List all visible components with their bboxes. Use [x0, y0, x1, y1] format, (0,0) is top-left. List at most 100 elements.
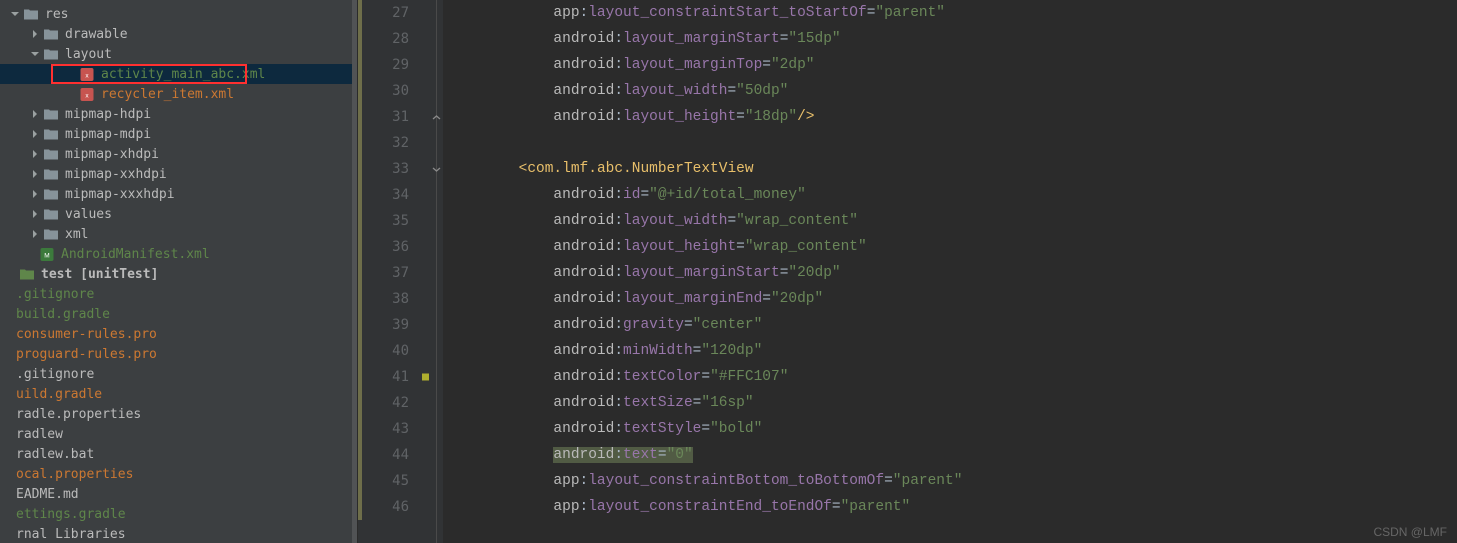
tree-item-radlew-bat[interactable]: radlew.bat [0, 444, 357, 464]
token-str: "0" [667, 447, 693, 463]
token-eq: = [727, 213, 736, 229]
code-line[interactable]: android:layout_height="wrap_content" [444, 234, 1457, 260]
tree-item-drawable[interactable]: drawable [0, 24, 357, 44]
chevron-right-icon[interactable] [28, 167, 42, 181]
token-str: "@+id/total_money" [649, 187, 806, 203]
tree-item-ettings-gradle[interactable]: ettings.gradle [0, 504, 357, 524]
tree-item-mipmap-xxhdpi[interactable]: mipmap-xxhdpi [0, 164, 357, 184]
code-line[interactable]: android:minWidth="120dp" [444, 338, 1457, 364]
tree-item-values[interactable]: values [0, 204, 357, 224]
gutter-change-marker [358, 494, 362, 520]
tree-item-radle-properties[interactable]: radle.properties [0, 404, 357, 424]
gutter-line-number[interactable]: 28 [358, 26, 443, 52]
chevron-right-icon[interactable] [28, 127, 42, 141]
tree-item-mipmap-hdpi[interactable]: mipmap-hdpi [0, 104, 357, 124]
chevron-right-icon[interactable] [28, 27, 42, 41]
tree-item-recycler_item-xml[interactable]: xrecycler_item.xml [0, 84, 357, 104]
gutter-line-number[interactable]: 40 [358, 338, 443, 364]
tree-item-mipmap-mdpi[interactable]: mipmap-mdpi [0, 124, 357, 144]
gutter-line-number[interactable]: 34 [358, 182, 443, 208]
token-attr: minWidth [623, 343, 693, 359]
editor-gutter[interactable]: 27 28 29 30 31323334353637383940414243444546 [358, 0, 444, 543]
chevron-right-icon[interactable] [28, 147, 42, 161]
gutter-line-number[interactable]: 36 [358, 234, 443, 260]
tree-item-xml[interactable]: xml [0, 224, 357, 244]
code-line[interactable]: app:layout_constraintStart_toStartOf="pa… [444, 0, 1457, 26]
fold-end-icon[interactable] [431, 112, 441, 122]
gutter-line-number[interactable]: 37 [358, 260, 443, 286]
tree-item-layout[interactable]: layout [0, 44, 357, 64]
code-line[interactable]: android:textStyle="bold" [444, 416, 1457, 442]
code-line[interactable]: android:id="@+id/total_money" [444, 182, 1457, 208]
code-line[interactable]: android:layout_marginStart="20dp" [444, 260, 1457, 286]
tree-item-test--unittest-[interactable]: test [unitTest] [0, 264, 357, 284]
gutter-line-number[interactable]: 44 [358, 442, 443, 468]
gutter-line-number[interactable]: 43 [358, 416, 443, 442]
tree-item-build-gradle[interactable]: build.gradle [0, 304, 357, 324]
token-ns: android [553, 421, 614, 437]
line-number: 30 [392, 83, 409, 99]
tree-item-consumer-rules-pro[interactable]: consumer-rules.pro [0, 324, 357, 344]
chevron-down-icon[interactable] [28, 47, 42, 61]
gutter-line-number[interactable]: 33 [358, 156, 443, 182]
chevron-right-icon[interactable] [28, 107, 42, 121]
chevron-right-icon[interactable] [28, 207, 42, 221]
tree-item-activity_main_abc-xml[interactable]: xactivity_main_abc.xml [0, 64, 357, 84]
tree-item-eadme-md[interactable]: EADME.md [0, 484, 357, 504]
chevron-right-icon[interactable] [28, 227, 42, 241]
tree-item-ocal-properties[interactable]: ocal.properties [0, 464, 357, 484]
code-line[interactable]: android:textSize="16sp" [444, 390, 1457, 416]
code-line[interactable]: android:layout_width="50dp" [444, 78, 1457, 104]
gutter-line-number[interactable]: 39 [358, 312, 443, 338]
tree-item--gitignore[interactable]: .gitignore [0, 364, 357, 384]
code-line[interactable]: android:gravity="center" [444, 312, 1457, 338]
tree-item--gitignore[interactable]: .gitignore [0, 284, 357, 304]
tree-item-radlew[interactable]: radlew [0, 424, 357, 444]
fold-start-icon[interactable] [431, 164, 441, 174]
gutter-line-number[interactable]: 27 [358, 0, 443, 26]
gutter-line-number[interactable]: 30 [358, 78, 443, 104]
code-line[interactable]: android:layout_height="18dp"/> [444, 104, 1457, 130]
project-tree[interactable]: resdrawablelayoutxactivity_main_abc.xmlx… [0, 0, 357, 543]
code-line[interactable]: android:text="0" [444, 442, 1457, 468]
tree-item-mipmap-xxxhdpi[interactable]: mipmap-xxxhdpi [0, 184, 357, 204]
tree-item-mipmap-xhdpi[interactable]: mipmap-xhdpi [0, 144, 357, 164]
gutter-line-number[interactable]: 29 [358, 52, 443, 78]
token-str: "120dp" [701, 343, 762, 359]
line-number: 29 [392, 57, 409, 73]
tree-item-rnal-libraries[interactable]: rnal Libraries [0, 524, 357, 543]
gutter-line-number[interactable]: 45 [358, 468, 443, 494]
editor-scrollbar[interactable] [1445, 0, 1457, 543]
tree-item-proguard-rules-pro[interactable]: proguard-rules.pro [0, 344, 357, 364]
chevron-right-icon[interactable] [28, 187, 42, 201]
token-attr: layout_width [623, 83, 727, 99]
code-line[interactable]: android:textColor="#FFC107" [444, 364, 1457, 390]
code-line[interactable]: android:layout_marginEnd="20dp" [444, 286, 1457, 312]
token-eq: : [614, 83, 623, 99]
project-tree-sidebar[interactable]: resdrawablelayoutxactivity_main_abc.xmlx… [0, 0, 358, 543]
tree-item-androidmanifest-xml[interactable]: MAndroidManifest.xml [0, 244, 357, 264]
tree-item-uild-gradle[interactable]: uild.gradle [0, 384, 357, 404]
code-line[interactable]: android:layout_marginStart="15dp" [444, 26, 1457, 52]
tree-item-label: ocal.properties [16, 467, 133, 482]
gutter-line-number[interactable]: 35 [358, 208, 443, 234]
gutter-line-number[interactable]: 38 [358, 286, 443, 312]
code-line[interactable]: android:layout_marginTop="2dp" [444, 52, 1457, 78]
code-line[interactable]: <com.lmf.abc.NumberTextView [444, 156, 1457, 182]
tree-item-label: mipmap-xxhdpi [65, 167, 167, 182]
code-line[interactable] [444, 130, 1457, 156]
code-line[interactable]: android:layout_width="wrap_content" [444, 208, 1457, 234]
gutter-line-number[interactable]: 41 [358, 364, 443, 390]
token-str: "parent" [875, 5, 945, 21]
code-line[interactable]: app:layout_constraintBottom_toBottomOf="… [444, 468, 1457, 494]
chevron-down-icon[interactable] [8, 7, 22, 21]
code-editor[interactable]: app:layout_constraintStart_toStartOf="pa… [444, 0, 1457, 543]
tree-item-res[interactable]: res [0, 4, 357, 24]
gutter-line-number[interactable]: 46 [358, 494, 443, 520]
line-number: 28 [392, 31, 409, 47]
gutter-line-number[interactable]: 32 [358, 130, 443, 156]
code-line[interactable]: app:layout_constraintEnd_toEndOf="parent… [444, 494, 1457, 520]
gutter-line-number[interactable]: 31 [358, 104, 443, 130]
sidebar-resize-handle[interactable] [352, 0, 357, 543]
gutter-line-number[interactable]: 42 [358, 390, 443, 416]
